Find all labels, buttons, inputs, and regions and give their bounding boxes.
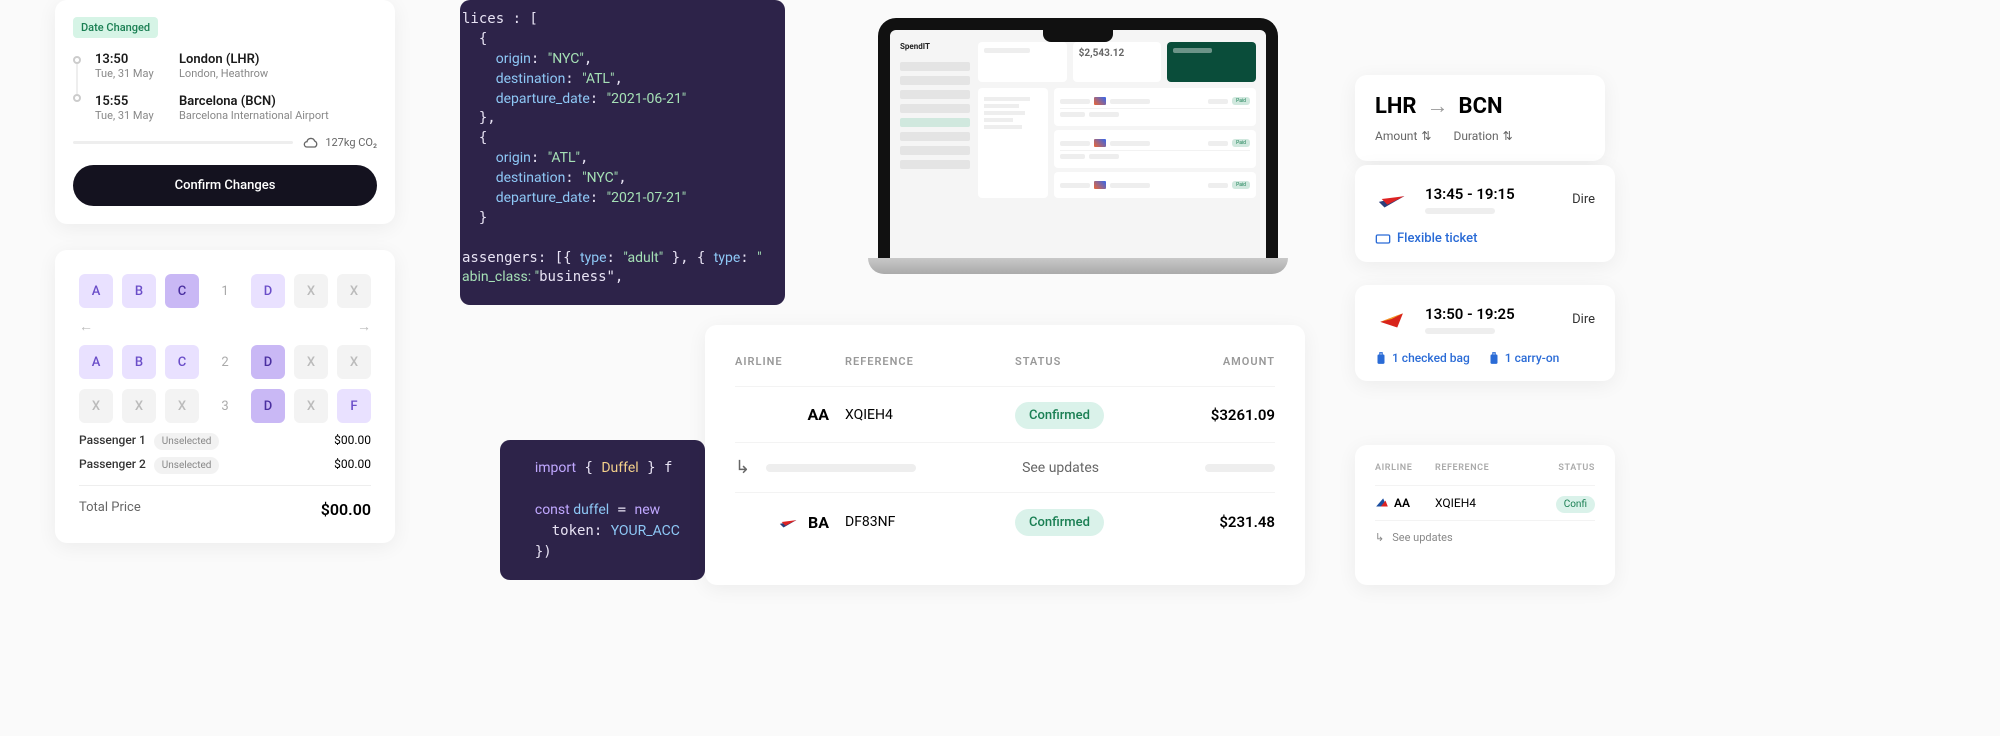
airline-code: AA — [808, 405, 830, 424]
sort-amount[interactable]: Amount⇅ — [1375, 129, 1431, 143]
aa-logo-icon — [1375, 496, 1389, 510]
sort-icon: ⇅ — [1421, 129, 1431, 143]
seat-1A[interactable]: A — [79, 274, 113, 308]
booking-amount: $3261.09 — [1175, 406, 1275, 424]
seat-3X: X — [79, 389, 113, 423]
seat-3X: X — [165, 389, 199, 423]
seat-2B[interactable]: B — [122, 345, 156, 379]
th-status: STATUS — [1015, 355, 1175, 368]
arr-time: 15:55 — [95, 94, 165, 109]
table-row[interactable]: AA XQIEH4 Confirmed $3261.09 — [735, 386, 1275, 442]
seat-1X: X — [337, 274, 371, 308]
dep-city: London (LHR) — [179, 52, 268, 67]
dashboard-amount: $2,543.12 — [1079, 48, 1156, 59]
direct-label: Dire — [1572, 312, 1595, 327]
flight-times: 13:45 - 19:15 — [1425, 185, 1515, 203]
ba-logo-icon — [778, 511, 800, 533]
status-badge: Confi — [1556, 496, 1595, 513]
arr-city: Barcelona (BCN) — [179, 94, 329, 109]
th-status: STATUS — [1515, 463, 1595, 473]
row-number: 3 — [208, 399, 242, 414]
seat-3X: X — [294, 389, 328, 423]
return-arrow-icon: ↳ — [735, 457, 750, 478]
seat-3X: X — [122, 389, 156, 423]
booking-ref: XQIEH4 — [845, 407, 1015, 423]
flight-result-card[interactable]: 13:50 - 19:25 Dire 1 checked bag 1 carry… — [1355, 285, 1615, 381]
return-arrow-icon: ↳ — [1375, 531, 1384, 544]
timeline — [73, 52, 81, 122]
updates-label: See updates — [932, 460, 1189, 476]
date-changed-badge: Date Changed — [73, 17, 158, 38]
table-row[interactable]: BA DF83NF Confirmed $231.48 — [735, 492, 1275, 551]
sort-icon: ⇅ — [1503, 129, 1513, 143]
booking-ref: DF83NF — [845, 514, 1015, 530]
total-label: Total Price — [79, 500, 141, 519]
dep-date: Tue, 31 May — [95, 67, 165, 80]
th-amount: AMOUNT — [1175, 355, 1275, 368]
seat-map-card: ABC1DXX←→ABC2DXXXXX3DXF Passenger 1Unsel… — [55, 250, 395, 543]
passenger-row[interactable]: Passenger 2Unselected$00.00 — [79, 457, 371, 471]
see-updates-row[interactable]: ↳ See updates — [1375, 520, 1595, 554]
see-updates-row[interactable]: ↳ See updates — [735, 442, 1275, 492]
seat-2A[interactable]: A — [79, 345, 113, 379]
cloud-icon — [303, 137, 319, 149]
airline-code: BA — [808, 513, 829, 532]
code-snippet-import: import { Duffel } f const duffel = new t… — [500, 440, 705, 580]
arr-date: Tue, 31 May — [95, 109, 165, 122]
th-reference: REFERENCE — [1435, 463, 1515, 473]
laptop-mockup: SpendIT $2,543.12 — [878, 18, 1278, 274]
ba-logo-icon — [1375, 181, 1411, 217]
route-to: BCN — [1459, 94, 1503, 119]
seat-2C[interactable]: C — [165, 345, 199, 379]
bag-icon — [1488, 351, 1500, 365]
row-number: 1 — [208, 284, 242, 299]
th-reference: REFERENCE — [845, 355, 1015, 368]
code-snippet-slices: lices : [ { origin: "NYC", destination: … — [460, 0, 785, 305]
seat-1C[interactable]: C — [165, 274, 199, 308]
row-number: 2 — [208, 355, 242, 370]
order-change-card: Date Changed 13:50Tue, 31 May London (LH… — [55, 0, 395, 224]
arr-airport: Barcelona International Airport — [179, 109, 329, 122]
confirm-changes-button[interactable]: Confirm Changes — [73, 165, 377, 206]
mini-bookings-card: AIRLINE REFERENCE STATUS AA XQIEH4 Confi… — [1355, 445, 1615, 585]
co2-label: 127kg CO₂ — [325, 136, 377, 149]
carry-on-tag: 1 carry-on — [1488, 351, 1560, 365]
flight-times: 13:50 - 19:25 — [1425, 305, 1515, 323]
passenger-row[interactable]: Passenger 1Unselected$00.00 — [79, 433, 371, 447]
arrow-right-icon: → — [1427, 93, 1449, 119]
next-row-icon[interactable]: → — [357, 318, 371, 335]
status-badge: Confirmed — [1015, 402, 1104, 429]
seat-2X: X — [294, 345, 328, 379]
booking-ref: XQIEH4 — [1435, 496, 1515, 510]
direct-label: Dire — [1572, 192, 1595, 207]
dep-time: 13:50 — [95, 52, 165, 67]
flight-result-card[interactable]: 13:45 - 19:15 Dire Flexible ticket — [1355, 165, 1615, 262]
app-brand: SpendIT — [900, 42, 970, 51]
bookings-table-card: AIRLINE REFERENCE STATUS AMOUNT AA XQIEH… — [705, 325, 1305, 585]
seat-2X: X — [337, 345, 371, 379]
seat-1D[interactable]: D — [251, 274, 285, 308]
route-from: LHR — [1375, 94, 1417, 119]
prev-row-icon[interactable]: ← — [79, 318, 93, 335]
flexible-ticket-tag: Flexible ticket — [1375, 231, 1595, 246]
th-airline: AIRLINE — [1375, 463, 1435, 473]
booking-amount: $231.48 — [1175, 513, 1275, 531]
seat-2D[interactable]: D — [251, 345, 285, 379]
bag-icon — [1375, 351, 1387, 365]
iberia-logo-icon — [1375, 301, 1411, 337]
results-header-card: LHR → BCN Amount⇅ Duration⇅ — [1355, 75, 1605, 161]
status-badge: Confirmed — [1015, 509, 1104, 536]
total-value: $00.00 — [321, 500, 371, 519]
table-row[interactable]: AA XQIEH4 Confi — [1375, 485, 1595, 520]
sort-duration[interactable]: Duration⇅ — [1453, 129, 1512, 143]
seat-3F[interactable]: F — [337, 389, 371, 423]
seat-1B[interactable]: B — [122, 274, 156, 308]
checked-bag-tag: 1 checked bag — [1375, 351, 1470, 365]
th-airline: AIRLINE — [735, 355, 845, 368]
dep-airport: London, Heathrow — [179, 67, 268, 80]
ticket-icon — [1375, 232, 1391, 246]
seat-1X: X — [294, 274, 328, 308]
seat-3D[interactable]: D — [251, 389, 285, 423]
